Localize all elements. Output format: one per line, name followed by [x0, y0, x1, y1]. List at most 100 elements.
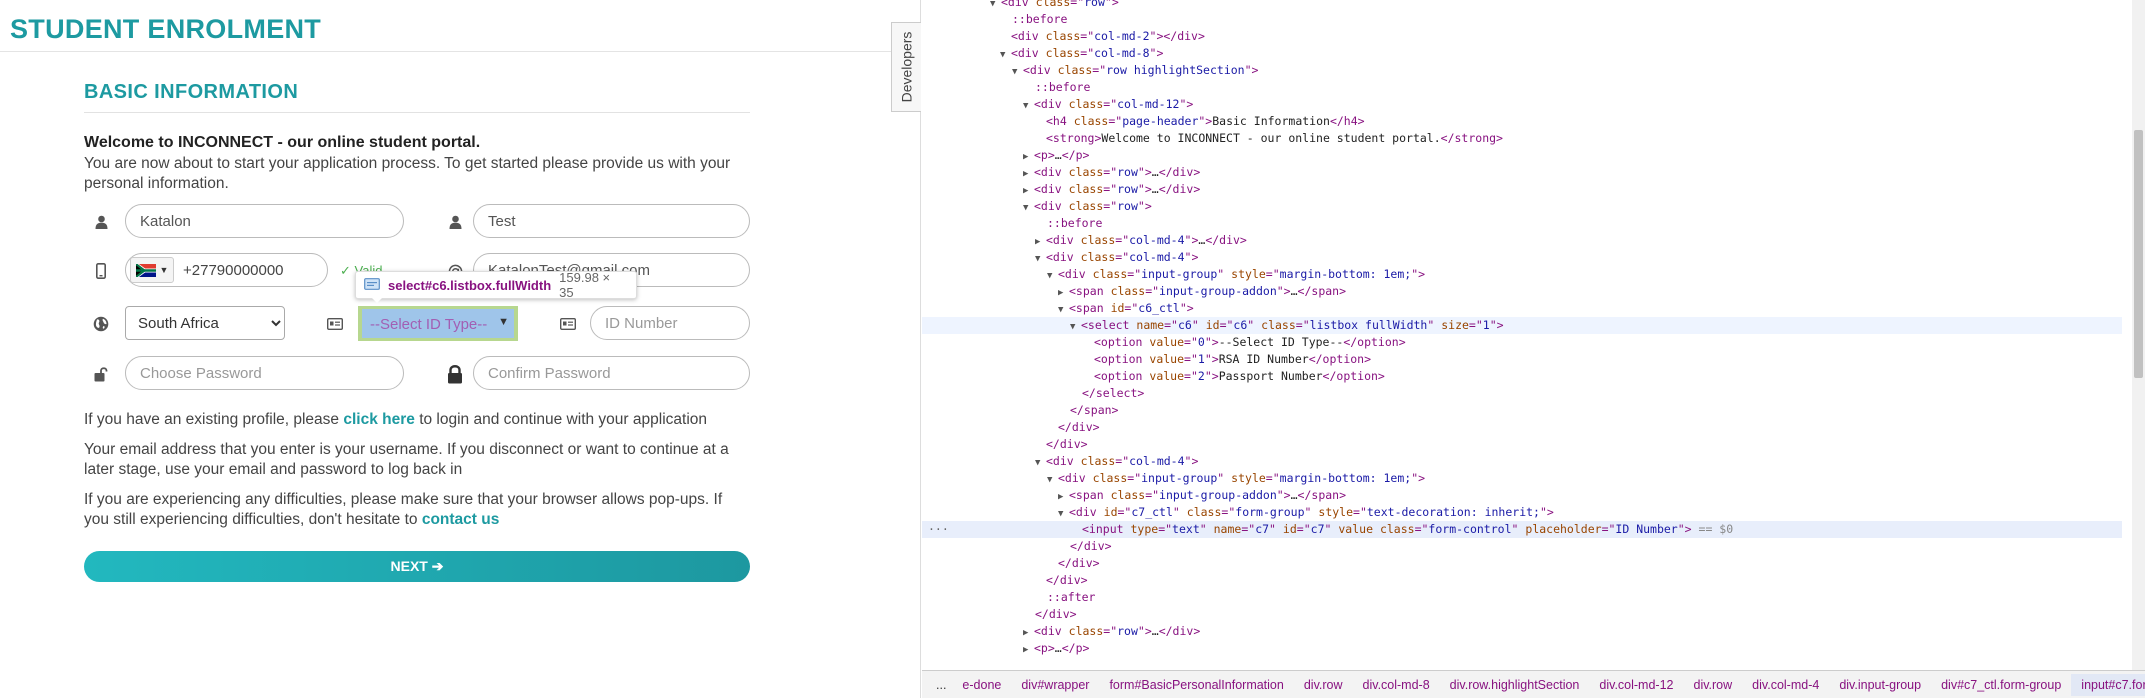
chevron-down-icon: ▼ — [498, 316, 509, 328]
welcome-text: Welcome to INCONNECT - our online studen… — [84, 134, 481, 151]
dom-node[interactable]: </div> — [922, 572, 2122, 589]
dom-node[interactable]: <h4 class="page-header">Basic Informatio… — [922, 113, 2122, 130]
dom-node[interactable]: </div> — [922, 555, 2122, 572]
id-card-icon — [320, 306, 350, 342]
dom-node[interactable]: ▶ <div class="row">…</div> — [922, 623, 2122, 640]
name-row — [84, 204, 750, 240]
devtools-scrollbar-thumb[interactable] — [2134, 130, 2143, 378]
breadcrumb-item[interactable]: div#wrapper — [1011, 674, 1099, 696]
breadcrumb-item[interactable]: div.row.highlightSection — [1440, 674, 1590, 696]
unlock-icon — [86, 356, 116, 392]
developers-tab[interactable]: Developers — [891, 22, 921, 112]
dom-node[interactable]: ▼ <div class="row"> — [922, 198, 2122, 215]
last-name-input[interactable] — [473, 204, 750, 238]
contact-us-link[interactable]: contact us — [422, 511, 500, 528]
dom-node[interactable]: ▼ <div class="input-group" style="margin-… — [922, 470, 2122, 487]
difficulties-text-body: If you are experiencing any difficulties… — [84, 491, 723, 528]
dom-node[interactable]: ::before — [922, 215, 2122, 232]
dom-node[interactable]: ▶ <span class="input-group-addon">…</span… — [922, 283, 2122, 300]
dom-node-selected[interactable]: ··· <input type="text" name="c7" id="c7" … — [922, 521, 2122, 538]
element-inspect-tooltip: select#c6.listbox.fullWidth 159.98 × 35 — [355, 270, 637, 300]
country-flag-dropdown[interactable]: ▼ — [130, 257, 174, 283]
dom-tree[interactable]: ▼ <div class="row"> ::before <div class="… — [922, 0, 2132, 670]
section-divider — [84, 112, 750, 113]
id-card-icon — [553, 306, 583, 342]
dom-node[interactable]: ::before — [922, 11, 2122, 28]
confirm-password-input[interactable] — [473, 356, 750, 390]
brand-divider — [0, 51, 921, 52]
breadcrumb-item[interactable]: ... — [930, 674, 952, 696]
dom-node[interactable]: </select> — [922, 385, 2122, 402]
dom-node[interactable]: </div> — [922, 538, 2122, 555]
dom-node[interactable]: ▶ <div class="row">…</div> — [922, 181, 2122, 198]
application-pane: STUDENT ENROLMENT BASIC INFORMATION Welc… — [0, 0, 921, 698]
breadcrumb-item[interactable]: e-done — [952, 674, 1011, 696]
element-icon — [364, 277, 380, 293]
dom-node[interactable]: ▶ <span class="input-group-addon">…</span… — [922, 487, 2122, 504]
dom-node[interactable]: ▼ <div class="row"> — [922, 0, 2122, 11]
developers-tab-label: Developers — [898, 31, 915, 103]
breadcrumb-item[interactable]: div#c7_ctl.form-group — [1931, 674, 2071, 696]
chevron-down-icon: ▼ — [159, 265, 169, 275]
breadcrumb-item[interactable]: div.row — [1684, 674, 1743, 696]
user-icon — [440, 204, 470, 240]
devtools-elements-panel: ▼ <div class="row"> ::before <div class="… — [922, 0, 2145, 698]
breadcrumb-item[interactable]: form#BasicPersonalInformation — [1099, 674, 1293, 696]
breadcrumb-item[interactable]: div.col-md-8 — [1353, 674, 1440, 696]
dom-node[interactable]: <option value="2">Passport Number</optio… — [922, 368, 2122, 385]
dom-node[interactable]: ::before — [922, 79, 2122, 96]
south-africa-flag-icon — [135, 263, 156, 277]
dom-node[interactable]: ▼ <div class="col-md-4"> — [922, 249, 2122, 266]
dom-node[interactable]: ▼ <span id="c6_ctl"> — [922, 300, 2122, 317]
dom-node[interactable]: ▶ <p>…</p> — [922, 147, 2122, 164]
password-input[interactable] — [125, 356, 404, 390]
click-here-link[interactable]: click here — [343, 411, 415, 428]
dom-node[interactable]: ▶ <div class="row">…</div> — [922, 164, 2122, 181]
phone-number-value: +27790000000 — [183, 262, 284, 279]
brand-title: STUDENT ENROLMENT — [10, 14, 322, 44]
dom-node-hovered[interactable]: ▼ <select name="c6" id="c6" class="listbo… — [922, 317, 2122, 334]
intro-text: You are now about to start your applicat… — [84, 155, 731, 192]
username-info-text: Your email address that you enter is you… — [84, 441, 729, 478]
dom-node[interactable]: <option value="0">--Select ID Type--</op… — [922, 334, 2122, 351]
dom-node[interactable]: </div> — [922, 436, 2122, 453]
id-number-input[interactable] — [590, 306, 750, 340]
breadcrumb-item[interactable]: div.col-md-12 — [1589, 674, 1683, 696]
dom-node[interactable]: ::after — [922, 589, 2122, 606]
tooltip-dimensions: 159.98 × 35 — [559, 270, 611, 300]
breadcrumb-item[interactable]: div.col-md-4 — [1742, 674, 1829, 696]
dom-node[interactable]: ▼ <div class="col-md-4"> — [922, 453, 2122, 470]
globe-icon — [86, 306, 116, 342]
dom-node[interactable]: ▼ <div class="col-md-12"> — [922, 96, 2122, 113]
identity-row: South Africa --Select ID Type-- ▼ — [84, 306, 750, 342]
mobile-phone-icon — [86, 253, 116, 289]
country-select[interactable]: South Africa — [125, 306, 285, 340]
tooltip-arrow — [370, 296, 384, 303]
breadcrumb-item[interactable]: div.input-group — [1829, 674, 1931, 696]
dom-node[interactable]: </div> — [922, 419, 2122, 436]
dom-node[interactable]: ▼ <div class="input-group" style="margin-… — [922, 266, 2122, 283]
breadcrumb-item-active[interactable]: input#c7.form-control — [2071, 673, 2145, 696]
id-type-select[interactable]: --Select ID Type-- ▼ — [358, 306, 518, 341]
dom-node[interactable]: <div class="col-md-2"></div> — [922, 28, 2122, 45]
dom-node[interactable]: ▼ <div class="col-md-8"> — [922, 45, 2122, 62]
phone-input[interactable]: ▼ +27790000000 — [125, 253, 328, 287]
first-name-input[interactable] — [125, 204, 404, 238]
dom-node[interactable]: <strong>Welcome to INCONNECT - our onlin… — [922, 130, 2122, 147]
dom-node[interactable]: </div> — [922, 606, 2122, 623]
tooltip-selector: select#c6.listbox.fullWidth — [388, 277, 552, 293]
next-button[interactable]: NEXT ➔ — [84, 551, 750, 582]
lock-icon — [440, 356, 470, 392]
dom-node[interactable]: ▶ <div class="col-md-4">…</div> — [922, 232, 2122, 249]
dom-node[interactable]: <option value="1">RSA ID Number</option> — [922, 351, 2122, 368]
breadcrumb-item[interactable]: div.row — [1294, 674, 1353, 696]
difficulties-text: If you are experiencing any difficulties… — [84, 490, 750, 530]
section-title: BASIC INFORMATION — [84, 81, 299, 103]
dom-node[interactable]: </span> — [922, 402, 2122, 419]
profile-text-after: to login and continue with your applicat… — [414, 411, 707, 428]
user-icon — [86, 204, 116, 240]
devtools-breadcrumb-bar: ... e-done div#wrapper form#BasicPersona… — [922, 670, 2145, 698]
dom-node[interactable]: ▼ <div class="row highlightSection"> — [922, 62, 2122, 79]
dom-node[interactable]: ▶ <p>…</p> — [922, 640, 2122, 657]
dom-node[interactable]: ▼ <div id="c7_ctl" class="form-group" sty… — [922, 504, 2122, 521]
